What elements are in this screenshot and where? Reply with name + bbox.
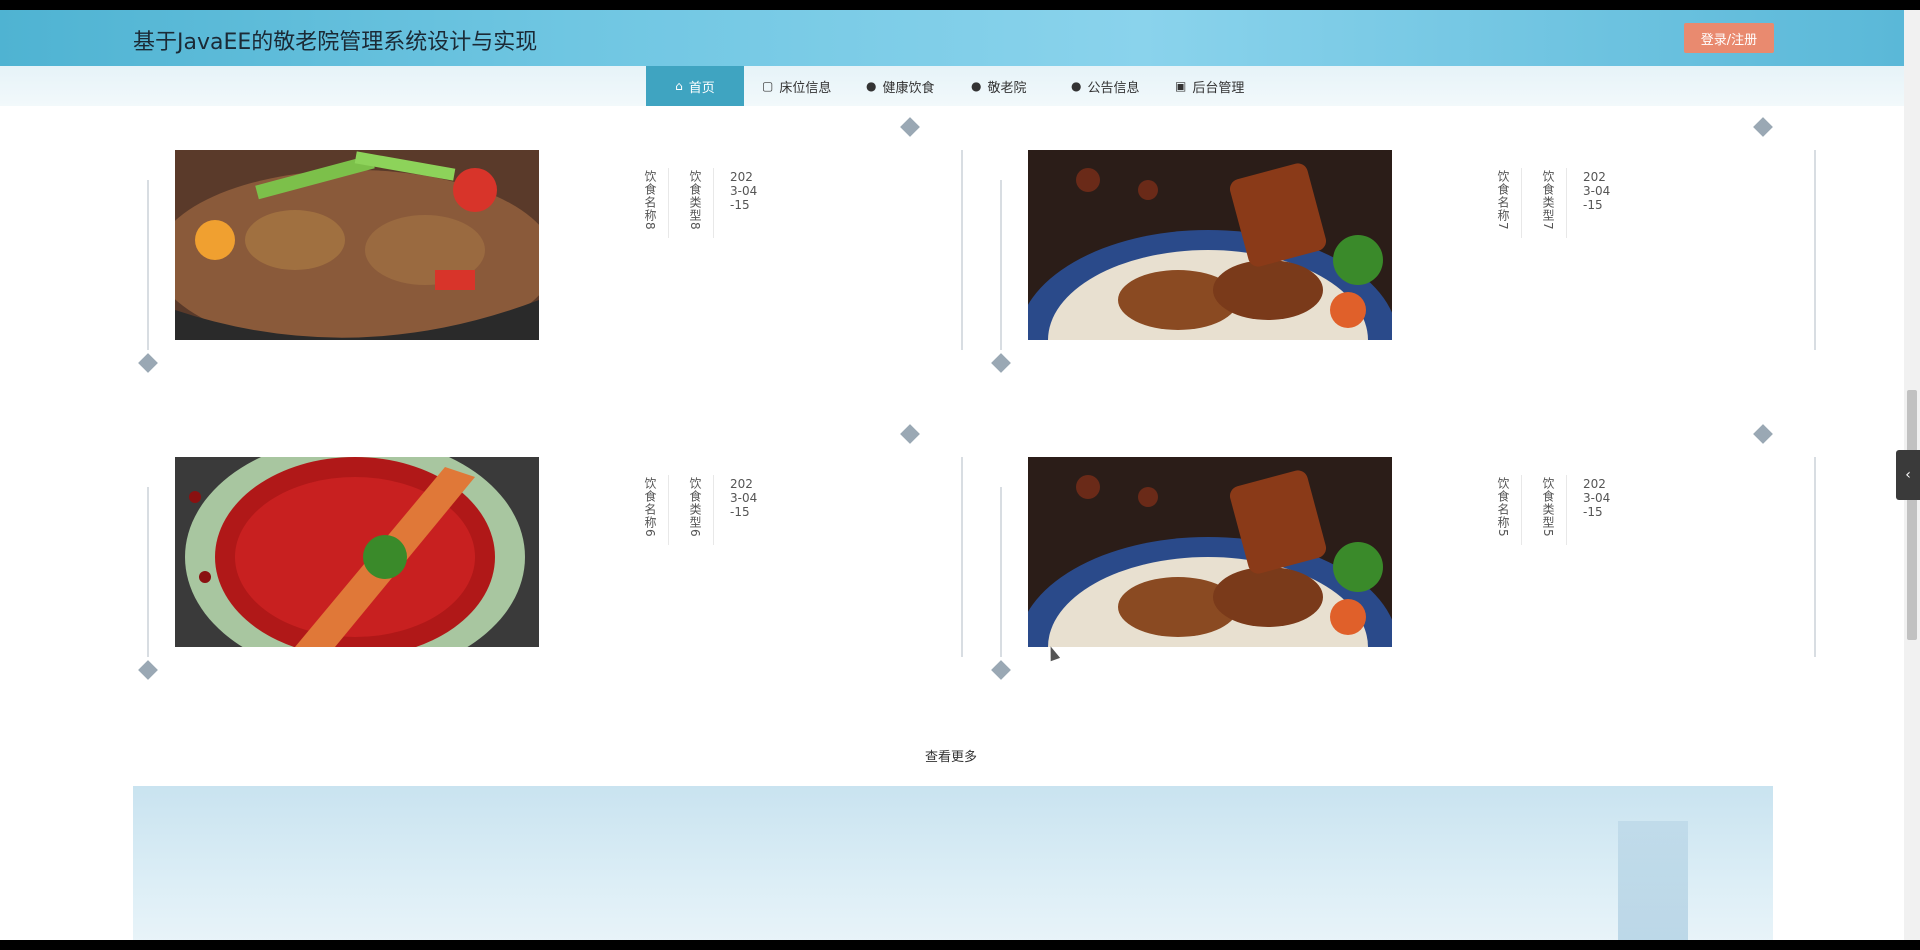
site-title: 基于JavaEE的敬老院管理系统设计与实现	[133, 30, 538, 55]
diamond-ornament	[138, 353, 158, 373]
calendar-icon: ▣	[1175, 79, 1187, 93]
diamond-ornament	[900, 424, 920, 444]
diet-name: 饮食名称8	[643, 170, 657, 231]
nav-item-label: 床位信息	[779, 80, 832, 96]
diet-card[interactable]: 饮食名称8 饮食类型8 2023-04-15	[133, 117, 963, 390]
login-register-button[interactable]: 登录/注册	[1684, 23, 1774, 53]
main-navbar: ⌂ 首页 ▢ 床位信息 ● 健康饮食 ● 敬老院 ● 公告信息 ▣ 后台管理	[0, 66, 1904, 106]
diet-type: 饮食类型8	[688, 170, 702, 231]
diet-name: 饮食名称7	[1496, 170, 1510, 231]
card-border	[1814, 457, 1816, 657]
building-silhouette	[1618, 821, 1688, 940]
chevron-left-icon: ‹	[1905, 467, 1911, 483]
separator	[1566, 168, 1567, 238]
diet-type: 饮食类型5	[1541, 477, 1555, 538]
diet-type: 饮食类型7	[1541, 170, 1555, 231]
card-border	[1000, 487, 1002, 657]
nav-item-home[interactable]: ⌂ 首页	[646, 66, 744, 106]
nav-item-admin[interactable]: ▣ 后台管理	[1175, 66, 1244, 106]
diet-name: 饮食名称5	[1496, 477, 1510, 538]
diet-card[interactable]: 饮食名称6 饮食类型6 2023-04-15	[133, 424, 963, 697]
diet-date: 2023-04-15	[730, 477, 758, 519]
info-icon: ●	[1071, 79, 1082, 93]
nav-item-label: 公告信息	[1087, 80, 1140, 96]
card-border	[1814, 150, 1816, 350]
card-border	[147, 487, 149, 657]
card-border	[961, 150, 963, 350]
bottom-banner-image	[133, 786, 1773, 940]
diet-name: 饮食名称6	[643, 477, 657, 538]
grilled-meat-image	[1028, 150, 1392, 340]
diamond-ornament	[1753, 424, 1773, 444]
diamond-ornament	[900, 117, 920, 137]
card-border	[147, 180, 149, 350]
nav-item-label: 健康饮食	[882, 80, 935, 96]
site-header: 基于JavaEE的敬老院管理系统设计与实现 登录/注册	[0, 10, 1904, 66]
separator	[1566, 475, 1567, 545]
diamond-ornament	[1753, 117, 1773, 137]
nav-item-bed-info[interactable]: ▢ 床位信息	[762, 66, 831, 106]
separator	[668, 168, 669, 238]
nav-item-label: 首页	[688, 80, 715, 96]
diet-date: 2023-04-15	[1583, 170, 1611, 212]
diet-card[interactable]: 饮食名称5 饮食类型5 2023-04-15	[986, 424, 1816, 697]
separator	[668, 475, 669, 545]
grilled-meat-image	[1028, 457, 1392, 647]
side-panel-toggle[interactable]: ‹	[1896, 450, 1920, 500]
diet-date: 2023-04-15	[730, 170, 758, 212]
question-icon: ●	[971, 79, 982, 93]
separator	[1521, 168, 1522, 238]
diamond-ornament	[991, 660, 1011, 680]
nav-item-announcements[interactable]: ● 公告信息	[1071, 66, 1140, 106]
view-more-link[interactable]: 查看更多	[925, 746, 977, 765]
separator	[713, 168, 714, 238]
food-image[interactable]	[1028, 150, 1392, 340]
nav-item-nursing-home[interactable]: ● 敬老院	[971, 66, 1027, 106]
home-icon: ⌂	[675, 79, 683, 93]
separator	[1521, 475, 1522, 545]
diet-type: 饮食类型6	[688, 477, 702, 538]
food-image[interactable]	[175, 457, 539, 647]
nav-item-label: 后台管理	[1192, 80, 1245, 96]
bed-icon: ▢	[762, 79, 774, 93]
scrollbar-thumb[interactable]	[1907, 390, 1917, 640]
diamond-ornament	[138, 660, 158, 680]
card-border	[1000, 180, 1002, 350]
diet-date: 2023-04-15	[1583, 477, 1611, 519]
stir-fry-image	[175, 150, 539, 340]
spicy-lobster-image	[175, 457, 539, 647]
food-image[interactable]	[175, 150, 539, 340]
diet-card[interactable]: 饮食名称7 饮食类型7 2023-04-15	[986, 117, 1816, 390]
nav-item-healthy-diet[interactable]: ● 健康饮食	[866, 66, 935, 106]
info-icon: ●	[866, 79, 877, 93]
browser-viewport: 基于JavaEE的敬老院管理系统设计与实现 登录/注册 ⌂ 首页 ▢ 床位信息 …	[0, 10, 1920, 940]
separator	[713, 475, 714, 545]
diamond-ornament	[991, 353, 1011, 373]
nav-item-label: 敬老院	[987, 80, 1027, 96]
card-border	[961, 457, 963, 657]
food-image[interactable]	[1028, 457, 1392, 647]
